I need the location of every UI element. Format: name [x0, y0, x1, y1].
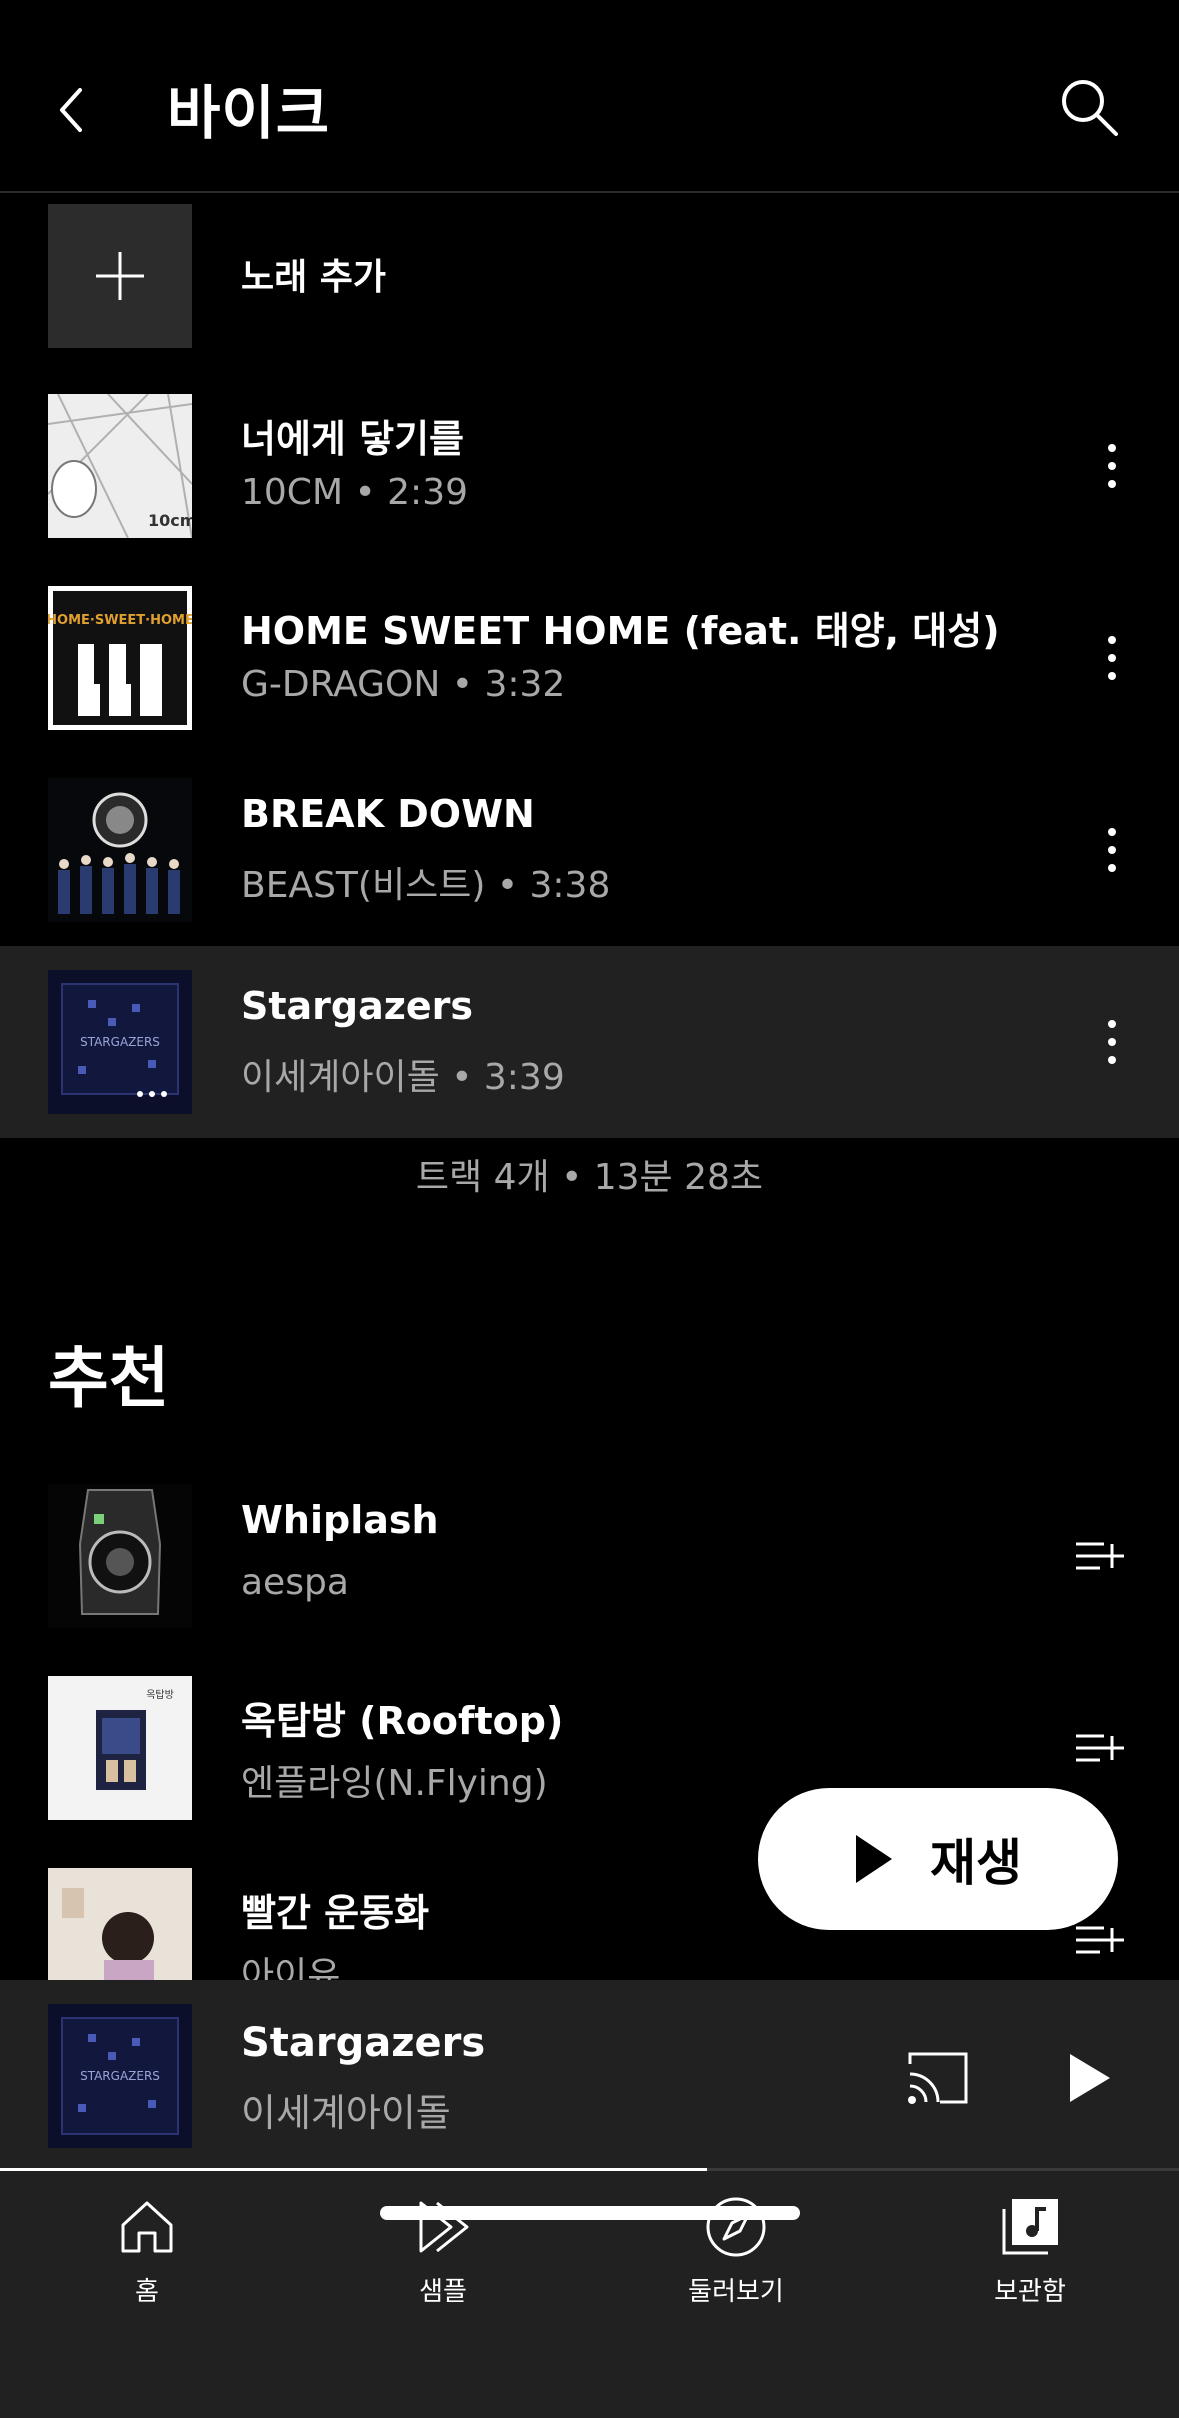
track-title: 너에게 닿기를 — [241, 417, 464, 461]
home-icon — [121, 2201, 173, 2253]
track-duration: 3:39 — [483, 1057, 565, 1098]
track-row[interactable]: 10cm 너에게 닿기를 10CM • 2:39 — [0, 370, 1179, 562]
track-artist: 엔플라잉(N.Flying) — [241, 1763, 548, 1804]
album-art — [48, 778, 192, 922]
add-song-row[interactable]: 노래 추가 — [0, 200, 1179, 350]
track-title: HOME SWEET HOME (feat. 태양, 대성) — [241, 609, 1000, 653]
track-duration: 2:39 — [387, 472, 468, 513]
playlist-summary: 트랙 4개 • 13분 28초 — [415, 1157, 764, 1198]
nav-label: 홈 — [135, 2277, 159, 2307]
album-art — [48, 1484, 192, 1628]
track-duration: 3:38 — [529, 865, 611, 906]
track-title: 옥탑방 (Rooftop) — [241, 1699, 564, 1743]
search-button[interactable] — [1054, 72, 1124, 142]
track-row[interactable]: HOME·SWEET·HOME HOME SWEET HOME (feat. 태… — [0, 562, 1179, 754]
play-all-label: 재생 — [930, 1834, 1022, 1892]
add-to-queue-button[interactable] — [1070, 1718, 1130, 1778]
art-label: STARGAZERS — [80, 2069, 160, 2083]
track-artist: BEAST(비스트) — [241, 865, 486, 906]
separator: • — [354, 472, 376, 513]
play-button[interactable] — [1058, 2048, 1118, 2108]
album-art: STARGAZERS — [48, 970, 192, 1114]
separator: • — [451, 1057, 473, 1098]
track-row[interactable]: BREAK DOWN BEAST(비스트) • 3:38 — [0, 754, 1179, 946]
explore-icon — [706, 2197, 766, 2257]
album-art: 10cm — [48, 394, 192, 538]
track-subtitle: 이세계아이돌 • 3:39 — [241, 1048, 565, 1100]
home-indicator — [380, 2206, 800, 2220]
track-row-now-playing[interactable]: STARGAZERS Stargazers 이세계아이돌 • 3:39 — [0, 946, 1179, 1138]
album-art — [48, 1868, 192, 1980]
page-title: 바이크 — [167, 79, 331, 147]
nav-label: 둘러보기 — [688, 2277, 784, 2307]
samples-icon — [419, 2201, 469, 2253]
nav-item-library[interactable]: 보관함 — [930, 2195, 1130, 2325]
add-song-label: 노래 추가 — [241, 257, 387, 298]
track-artist: 아이유 — [241, 1955, 341, 1980]
track-artist: G-DRAGON — [241, 664, 441, 705]
now-playing-title: Stargazers — [241, 2020, 486, 2066]
now-playing-artist: 이세계아이돌 — [241, 2091, 451, 2135]
more-options-button[interactable] — [1092, 430, 1132, 502]
track-subtitle: BEAST(비스트) • 3:38 — [241, 856, 610, 908]
chevron-left-icon — [60, 88, 82, 132]
library-icon — [1002, 2199, 1058, 2255]
nav-label: 보관함 — [994, 2277, 1066, 2307]
album-art: HOME·SWEET·HOME — [48, 586, 192, 730]
back-button[interactable] — [40, 70, 104, 150]
track-artist: aespa — [241, 1562, 349, 1603]
track-subtitle: G-DRAGON • 3:32 — [241, 664, 565, 705]
track-duration: 3:32 — [484, 664, 566, 705]
play-all-button[interactable]: 재생 — [758, 1788, 1118, 1930]
recommended-track[interactable]: Whiplash aespa — [0, 1460, 1179, 1652]
art-label: HOME·SWEET·HOME — [48, 613, 192, 628]
track-artist: 10CM — [241, 472, 344, 513]
add-song-thumb — [48, 204, 192, 348]
cast-button[interactable] — [906, 2050, 970, 2106]
track-title: Whiplash — [241, 1498, 439, 1542]
nav-item-home[interactable]: 홈 — [47, 2195, 247, 2325]
header: 바이크 — [0, 0, 1179, 193]
add-to-queue-button[interactable] — [1070, 1526, 1130, 1586]
art-label: 10cm — [148, 511, 192, 530]
play-icon — [856, 1835, 892, 1883]
art-label: 옥탑방 — [146, 1689, 174, 1701]
more-options-button[interactable] — [1092, 1006, 1132, 1078]
nav-label: 샘플 — [419, 2277, 467, 2307]
track-title: Stargazers — [241, 984, 474, 1028]
more-options-button[interactable] — [1092, 622, 1132, 694]
mini-player[interactable]: STARGAZERS Stargazers 이세계아이돌 — [0, 1980, 1179, 2170]
track-subtitle: 10CM • 2:39 — [241, 472, 468, 513]
play-icon — [1070, 2054, 1110, 2102]
track-artist: 이세계아이돌 — [241, 1057, 440, 1098]
track-title: BREAK DOWN — [241, 792, 535, 836]
plus-icon — [96, 252, 144, 300]
cast-icon — [908, 2052, 968, 2104]
album-art: 옥탑방 — [48, 1676, 192, 1820]
separator: • — [451, 664, 474, 705]
separator: • — [496, 865, 519, 906]
track-title: 빨간 운동화 — [241, 1891, 430, 1935]
playlist-add-icon — [1076, 1542, 1124, 1570]
search-icon — [1062, 80, 1118, 136]
now-playing-art: STARGAZERS — [48, 2004, 192, 2148]
more-options-button[interactable] — [1092, 814, 1132, 886]
art-label: STARGAZERS — [80, 1035, 160, 1049]
recommendations-title: 추천 — [48, 1340, 170, 1417]
playlist-add-icon — [1076, 1734, 1124, 1762]
